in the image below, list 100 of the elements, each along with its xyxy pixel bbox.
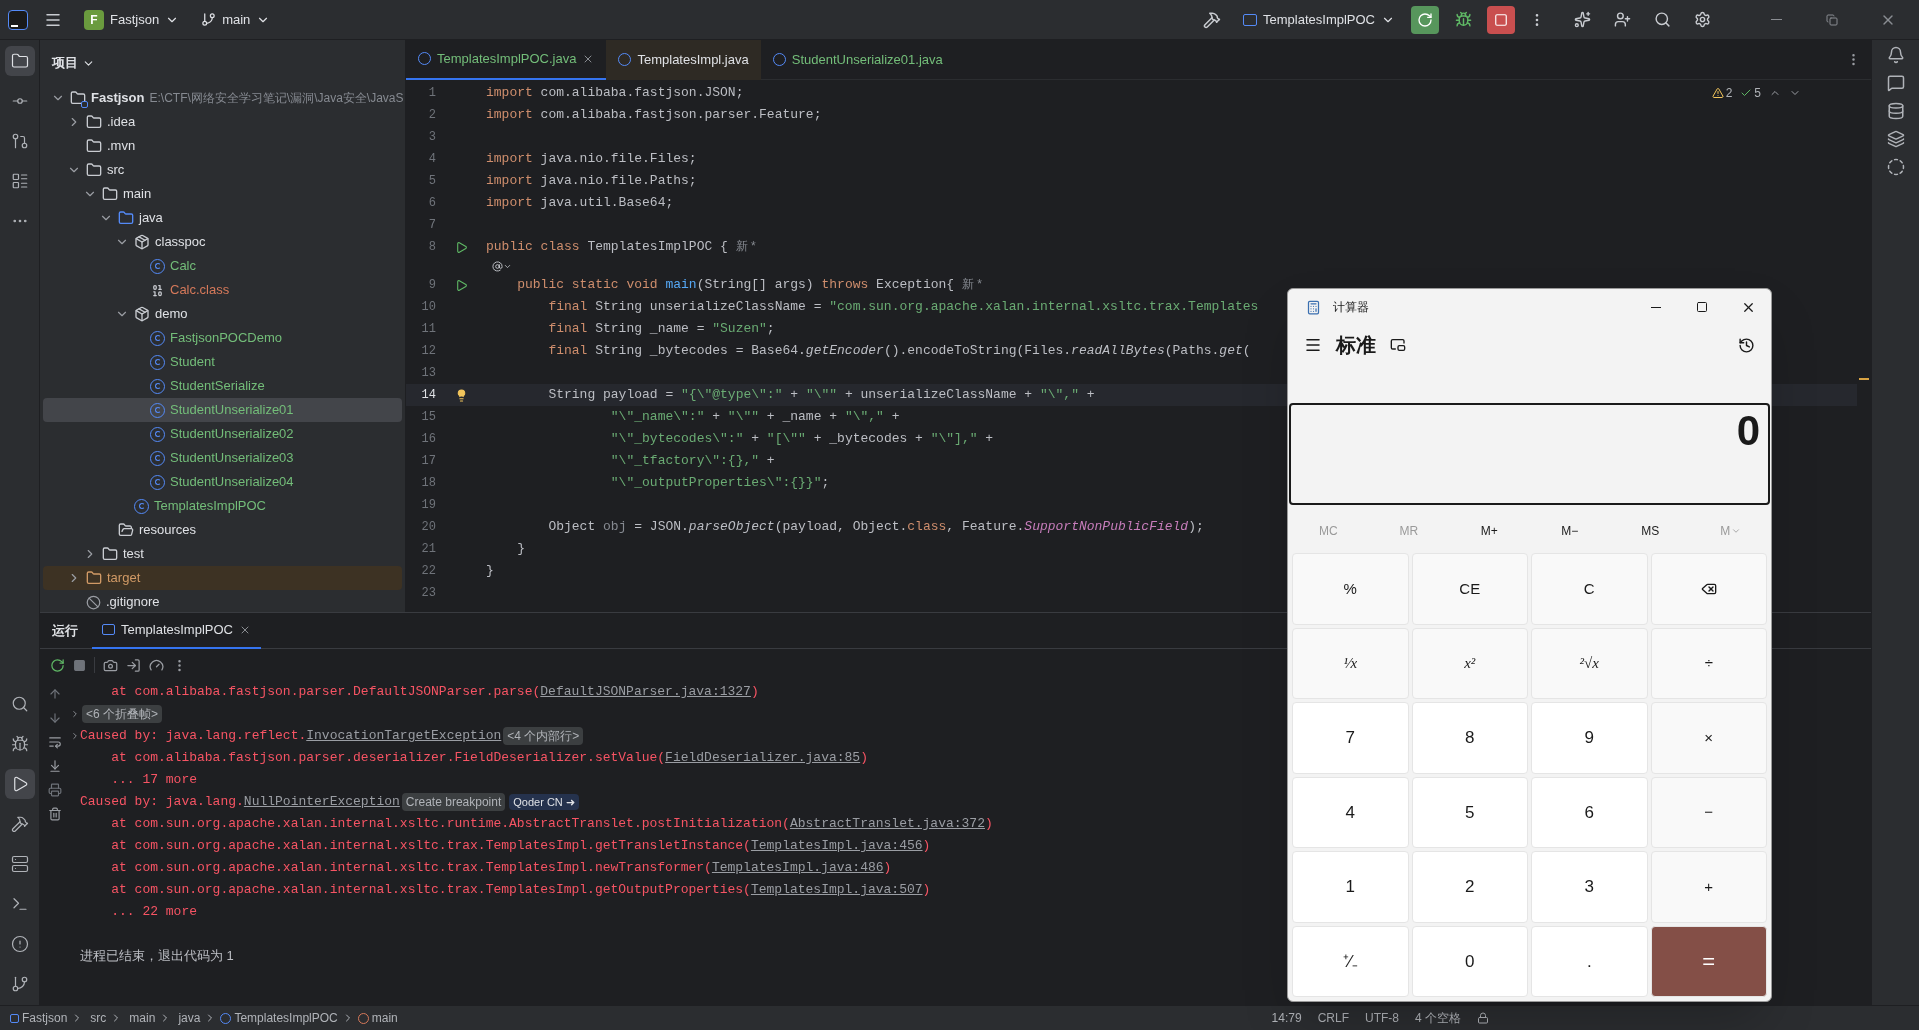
chat-icon[interactable] [1886,74,1905,92]
calculator-key[interactable]: ÷ [1650,627,1767,699]
source-link[interactable]: FieldDeserializer.java:85 [665,748,861,768]
inlay-hint-icon[interactable] [492,260,512,272]
calculator-key[interactable]: . [1531,925,1648,997]
folded-lines-badge[interactable]: Create breakpoint [401,793,506,811]
tree-item[interactable]: main [43,182,402,206]
tree-item[interactable]: target [43,566,402,590]
branch-switcher[interactable]: main [195,4,277,35]
source-link[interactable]: TemplatesImpl.java:486 [711,858,884,878]
breadcrumb[interactable]: main [371,1009,398,1027]
calculator-key[interactable]: CE [1411,553,1528,625]
lock-icon[interactable] [1477,1012,1489,1024]
tree-item[interactable]: TemplatesImplPOC [43,494,402,518]
rerun-button[interactable] [1411,5,1439,34]
calculator-key[interactable]: 9 [1531,702,1648,774]
editor-tab[interactable]: StudentUnserialize01.java [760,39,955,80]
layers-icon[interactable] [1886,130,1905,148]
project-switcher[interactable]: F Fastjson [78,4,186,35]
tree-item[interactable]: FastjsonPOCDemo [43,326,402,350]
memory-button[interactable]: M− [1529,522,1610,540]
breadcrumb[interactable]: TemplatesImplPOC [234,1009,338,1027]
play-icon[interactable] [4,769,35,799]
warning-count[interactable]: 2 [1725,84,1733,102]
tree-item[interactable]: StudentUnserialize01 [43,398,402,422]
tree-item[interactable]: .mvn [43,134,402,158]
calculator-key[interactable]: 2 [1411,851,1528,923]
calculator-key[interactable]: ⁺⁄₋ [1292,925,1409,997]
run-tab[interactable]: TemplatesImplPOC [92,612,261,649]
import-icon[interactable] [126,657,141,673]
tree-item[interactable]: .gitignore [43,590,402,612]
scroll-to-end-icon[interactable] [48,759,62,773]
breadcrumb[interactable]: src [90,1009,107,1027]
run-configuration-selector[interactable]: TemplatesImplPOC [1237,4,1401,35]
chevron-right-icon[interactable] [70,709,80,719]
tree-item[interactable]: StudentUnserialize03 [43,446,402,470]
print-icon[interactable] [48,783,62,797]
stop-button[interactable] [1487,5,1515,34]
calculator-key[interactable]: 3 [1531,851,1648,923]
calculator-key[interactable]: % [1292,553,1409,625]
keep-on-top-button[interactable] [1390,337,1406,353]
source-link[interactable]: AbstractTranslet.java:372 [789,814,985,834]
indent-setting[interactable]: 4 个空格 [1415,1009,1461,1027]
source-link[interactable]: NullPointerException [243,792,400,812]
breadcrumb[interactable]: java [178,1009,201,1027]
calculator-key[interactable]: 7 [1292,702,1409,774]
tree-item[interactable]: Student [43,350,402,374]
navigation-menu-button[interactable] [1304,336,1322,354]
calculator-key[interactable]: × [1650,702,1767,774]
calculator-key[interactable]: 8 [1411,702,1528,774]
bell-icon[interactable] [1886,46,1905,64]
folder-icon[interactable] [4,46,35,76]
tree-item[interactable]: resources [43,518,402,542]
up-arrow-icon[interactable] [48,687,62,701]
soft-wrap-icon[interactable] [48,735,62,749]
run-gutter-icon[interactable] [454,240,468,254]
down-arrow-icon[interactable] [48,711,62,725]
tree-item[interactable]: classpoc [43,230,402,254]
memory-button[interactable]: M+ [1449,522,1530,540]
calculator-key[interactable]: 1 [1292,851,1409,923]
folded-lines-badge[interactable]: <4 个内部行> [503,727,584,745]
line-separator[interactable]: CRLF [1317,1009,1349,1027]
calculator-key[interactable]: 6 [1531,776,1648,848]
tree-item[interactable]: .idea [43,110,402,134]
calculator-key[interactable]: 4 [1292,776,1409,848]
calculator-key[interactable]: ²√x [1531,627,1648,699]
source-link[interactable]: DefaultJSONParser.java:1327 [540,682,751,702]
calculator-key[interactable]: x² [1411,627,1528,699]
tree-item[interactable]: src [43,158,402,182]
calculator-key[interactable]: 5 [1411,776,1528,848]
check-count[interactable]: 5 [1754,84,1761,102]
tree-item[interactable]: StudentUnserialize02 [43,422,402,446]
cursor-position[interactable]: 14:79 [1271,1009,1302,1027]
calculator-key[interactable]: = [1650,925,1767,997]
source-link[interactable]: TemplatesImpl.java:507 [750,880,923,900]
database-icon[interactable] [1886,102,1905,120]
panel-title-dropdown[interactable]: 项目 [52,53,95,73]
rerun-icon[interactable] [50,657,65,673]
tree-item[interactable]: Calc [43,254,402,278]
run-gutter-icon[interactable] [454,278,468,292]
tree-item[interactable]: demo [43,302,402,326]
tree-item[interactable]: java [43,206,402,230]
stop-icon[interactable] [73,658,86,672]
source-link[interactable]: InvocationTargetException [306,726,502,746]
tree-item[interactable]: Calc.class [43,278,402,302]
breadcrumb[interactable]: Fastjson [22,1009,68,1027]
camera-icon[interactable] [103,657,118,673]
history-button[interactable] [1738,336,1755,354]
chevron-right-icon[interactable] [70,731,80,741]
tree-item[interactable]: StudentUnserialize04 [43,470,402,494]
gauge-icon[interactable] [149,657,164,673]
editor-tab[interactable]: TemplatesImpl.java [606,39,761,80]
calculator-key[interactable]: ¹⁄x [1292,627,1409,699]
memory-button[interactable]: MS [1610,522,1691,540]
source-link[interactable]: TemplatesImpl.java:456 [750,836,923,856]
calculator-key[interactable]: + [1650,851,1767,923]
breadcrumb[interactable]: main [129,1009,156,1027]
tree-item[interactable]: Fastjson E:\CTF\网络安全学习笔记\漏洞\Java安全\JavaS [43,86,402,110]
ai-action-badge[interactable]: Qoder CN ➜ [509,793,579,811]
tree-item[interactable]: StudentSerialize [43,374,402,398]
